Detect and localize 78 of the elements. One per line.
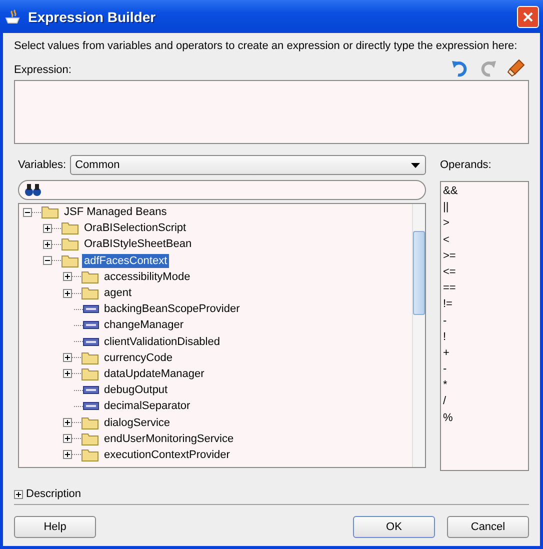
operand-item[interactable]: > — [443, 215, 526, 232]
operand-item[interactable]: - — [443, 312, 526, 329]
tree-item[interactable]: changeManager — [102, 318, 186, 332]
property-icon — [83, 402, 99, 410]
operand-item[interactable]: && — [443, 183, 526, 200]
scrollbar[interactable] — [412, 204, 425, 467]
tree-item[interactable]: clientValidationDisabled — [102, 334, 222, 349]
tree-item[interactable]: backingBeanScopeProvider — [102, 302, 242, 316]
tree-item[interactable]: OraBISelectionScript — [82, 221, 188, 236]
folder-icon — [61, 237, 79, 252]
operand-item[interactable]: <= — [443, 264, 526, 280]
folder-icon — [41, 205, 59, 220]
property-icon — [83, 338, 99, 346]
operand-item[interactable]: || — [443, 199, 526, 216]
expand-icon[interactable] — [63, 450, 72, 460]
search-field[interactable] — [18, 180, 426, 200]
operand-item[interactable]: - — [443, 361, 526, 378]
tree-item[interactable]: debugOutput — [102, 383, 170, 398]
expand-icon[interactable] — [63, 288, 72, 298]
tree-item[interactable]: OraBIStyleSheetBean — [82, 237, 194, 252]
tree-item[interactable]: JSF Managed Beans — [62, 205, 169, 220]
operand-item[interactable]: < — [443, 232, 526, 248]
expand-icon[interactable] — [43, 240, 52, 249]
expression-label: Expression: — [14, 63, 72, 77]
folder-icon — [81, 350, 99, 365]
expand-icon[interactable] — [63, 353, 72, 362]
variables-label: Variables: — [18, 158, 66, 172]
tree-item[interactable]: adfFacesContext — [82, 254, 170, 268]
tree-item[interactable]: dataUpdateManager — [102, 366, 206, 381]
expand-icon[interactable] — [63, 369, 72, 378]
property-icon — [83, 386, 99, 394]
operand-item[interactable]: % — [443, 410, 526, 426]
dropdown-caret-icon — [411, 162, 420, 168]
folder-icon — [61, 221, 79, 236]
tree-item[interactable]: decimalSeparator — [102, 399, 192, 414]
help-button[interactable]: Help — [14, 516, 96, 538]
expand-icon[interactable] — [43, 224, 52, 233]
operand-item[interactable]: == — [443, 280, 526, 296]
operand-item[interactable]: ! — [443, 328, 526, 345]
tree-item[interactable]: endUserMonitoringService — [102, 432, 236, 446]
property-icon — [83, 321, 99, 330]
instructions-text: Select values from variables and operators to create an expression or directly type the expression here: — [14, 39, 518, 53]
operand-item[interactable]: >= — [443, 248, 526, 264]
close-button[interactable] — [517, 6, 539, 28]
folder-icon — [81, 366, 99, 381]
operand-item[interactable]: * — [443, 377, 526, 394]
tree-item[interactable]: executionContextProvider — [102, 448, 232, 462]
undo-icon[interactable] — [451, 59, 469, 77]
folder-icon — [61, 254, 79, 268]
cancel-button[interactable]: Cancel — [447, 516, 529, 538]
operand-item[interactable]: + — [443, 344, 526, 362]
operands-label: Operands: — [440, 158, 492, 172]
tree-item[interactable]: currencyCode — [102, 350, 174, 365]
expression-field[interactable] — [14, 80, 529, 144]
operand-item[interactable]: / — [443, 393, 526, 410]
collapse-icon[interactable] — [23, 208, 32, 217]
description-label: Description — [26, 487, 82, 501]
expand-icon[interactable] — [14, 490, 23, 498]
tree-item[interactable]: agent — [102, 286, 134, 300]
folder-icon — [81, 448, 99, 462]
expand-icon[interactable] — [63, 272, 72, 282]
tree-item[interactable]: dialogService — [102, 416, 172, 430]
expand-icon[interactable] — [63, 434, 72, 444]
binoculars-icon — [25, 183, 41, 197]
close-icon — [522, 10, 534, 22]
folder-icon — [81, 432, 99, 446]
eraser-icon[interactable] — [507, 59, 525, 77]
collapse-icon[interactable] — [43, 256, 52, 266]
window-title: Expression Builder — [28, 8, 157, 24]
operand-item[interactable]: != — [443, 296, 526, 312]
coffee-cup-icon — [4, 8, 22, 24]
property-icon — [83, 305, 99, 314]
ok-button[interactable]: OK — [353, 516, 435, 538]
tree-item[interactable]: accessibilityMode — [102, 270, 192, 284]
folder-icon — [81, 416, 99, 430]
expand-icon[interactable] — [63, 418, 72, 428]
folder-icon — [81, 286, 99, 300]
variables-dropdown[interactable]: Common — [70, 155, 426, 175]
